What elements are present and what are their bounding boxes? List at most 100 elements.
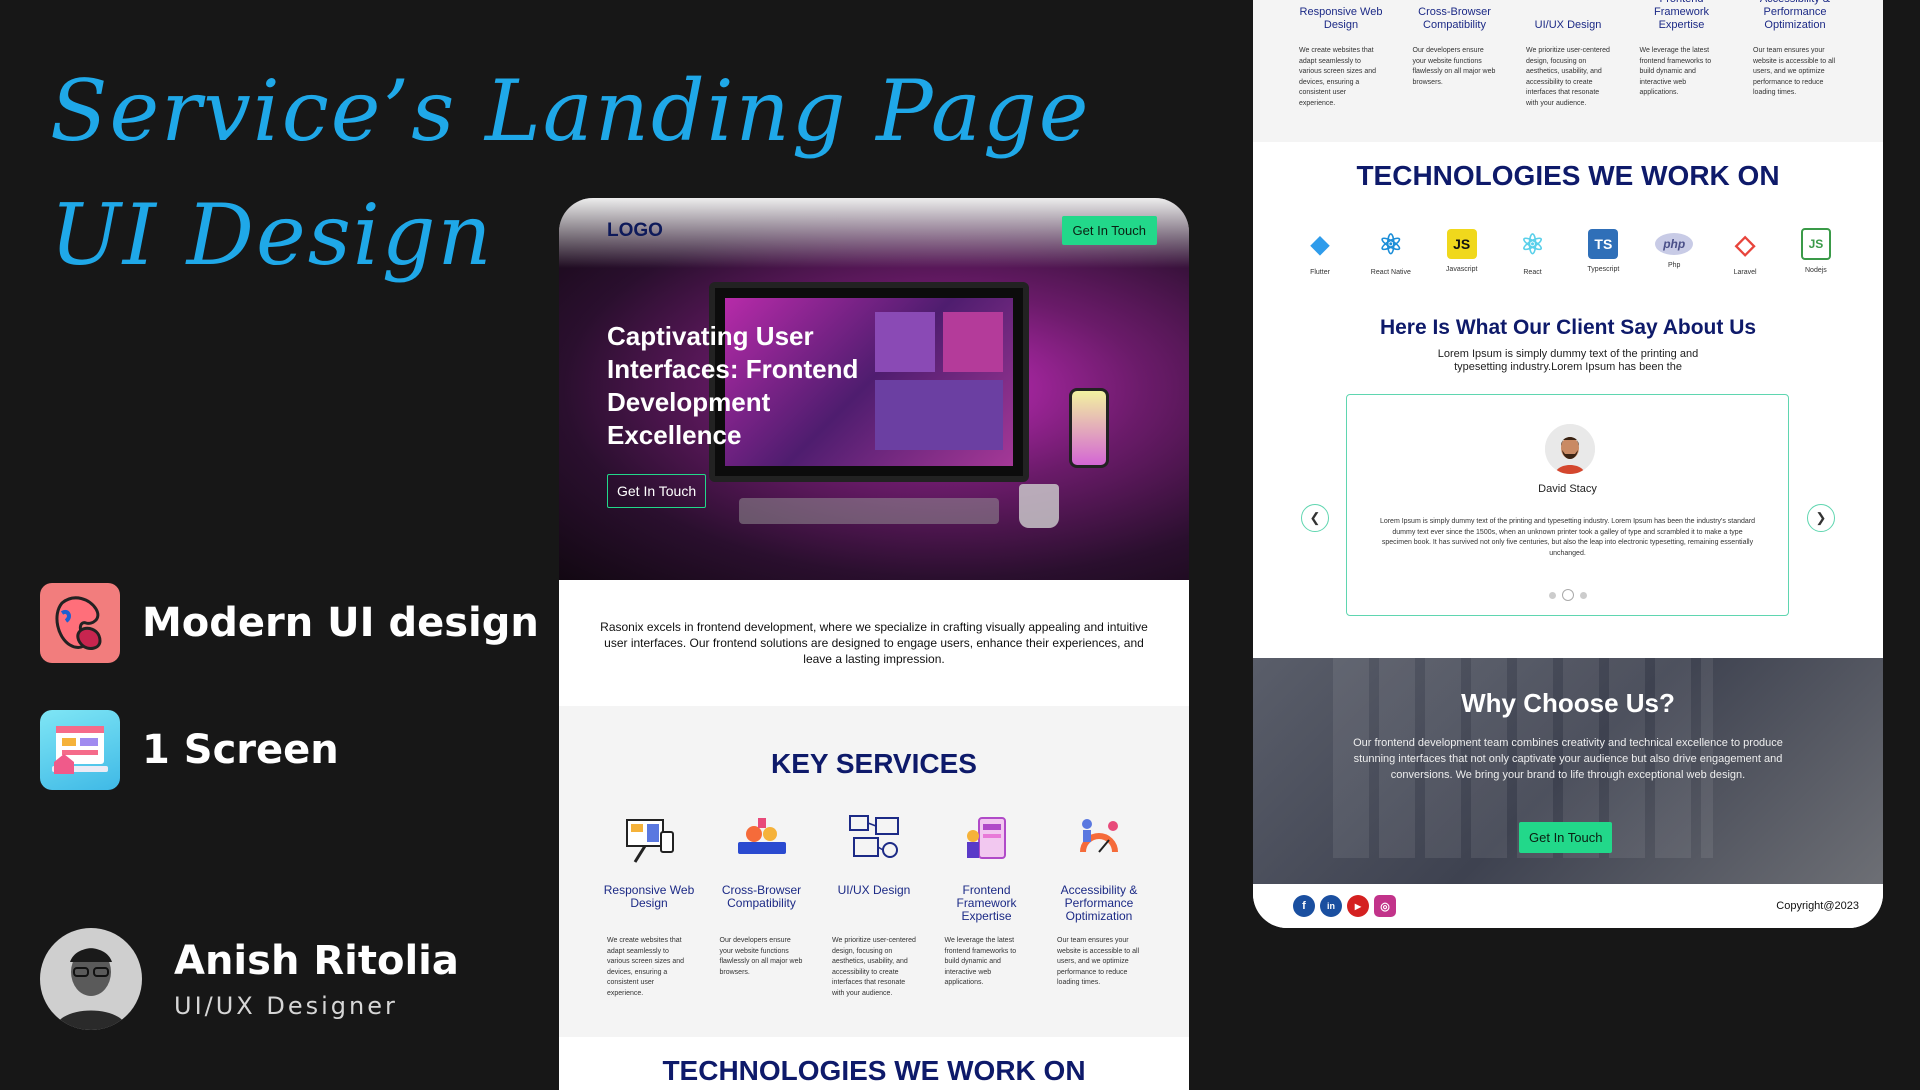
tech-label: Laravel [1733,269,1757,276]
service-name: Cross-Browser Compatibility [721,883,802,910]
service-card: UI/UX Design We prioritize user-centered… [824,812,924,999]
service-name: Accessibility & Performance Optimization [1760,0,1830,31]
why-text: Our frontend development team combines c… [1353,737,1783,781]
service-name: Cross-Browser Compatibility [1418,6,1491,31]
service-name: UI/UX Design [1534,19,1602,31]
tech-item: TS Typescript [1578,226,1628,276]
service-desc: We prioritize user-centered design, focu… [832,937,916,997]
tech-label: Flutter [1310,269,1330,276]
service-card: Responsive Web Design We create websites… [1293,0,1389,109]
tech-label: Nodejs [1805,267,1827,274]
section-title: TECHNOLOGIES WE WORK ON [662,1055,1086,1086]
carousel-dot-active[interactable] [1561,589,1574,601]
service-desc: Our team ensures your website is accessi… [1753,47,1836,96]
logo[interactable]: LOGO [607,220,663,242]
testimonials-section: Here Is What Our Client Say About Us Lor… [1253,304,1883,658]
hero-mug-image [1019,484,1059,528]
service-desc: We create websites that adapt seamlessly… [1299,47,1377,107]
instagram-icon[interactable]: ◎ [1374,895,1396,917]
service-card: Frontend Framework Expertise We leverage… [1634,0,1730,109]
service-card: Frontend Framework Expertise We leverage… [937,812,1037,999]
service-desc: Our developers ensure your website funct… [719,937,803,976]
author-avatar [40,928,142,1030]
tech-label: Javascript [1445,266,1478,273]
blob-app-icon [40,583,120,663]
typescript-icon: TS [1588,229,1619,259]
service-name: Responsive Web Design [603,883,695,910]
service-desc: Our team ensures your website is accessi… [1057,937,1140,986]
why-choose-us-section: Why Choose Us? Our frontend development … [1253,658,1883,884]
tech-item: ⚛ React Native [1366,226,1416,277]
section-title: TECHNOLOGIES WE WORK ON [1356,160,1780,191]
service-name: Frontend Framework Expertise [1653,0,1709,31]
tech-label: Php [1667,262,1681,269]
linkedin-icon[interactable]: in [1320,895,1342,917]
service-card: Cross-Browser Compatibility Our develope… [1407,0,1503,109]
section-title: KEY SERVICES [771,748,977,779]
flutter-icon: ◆ [1310,230,1330,258]
tech-item: php Php [1649,226,1699,276]
author-name: Anish Ritolia [174,938,459,984]
service-desc: We prioritize user-centered design, focu… [1526,47,1610,107]
service-desc: We leverage the latest frontend framewor… [1639,47,1712,96]
tech-label: Typescript [1587,266,1620,273]
tech-label: React Native [1370,269,1411,276]
service-name: Responsive Web Design [1299,6,1383,31]
service-card: Accessibility & Performance Optimization… [1049,812,1149,999]
landing-mockup-top: LOGO Get In Touch Captivating User Inter… [559,198,1189,1090]
tech-item: ⚛ React [1508,226,1558,277]
service-desc: We leverage the latest frontend framewor… [944,937,1017,986]
testimonial-card: David Stacy Lorem Ipsum is simply dummy … [1346,394,1789,616]
service-card: Accessibility & Performance Optimization… [1747,0,1843,109]
service-card: Cross-Browser Compatibility Our develope… [712,812,812,999]
tech-item: ◇ Laravel [1720,226,1770,277]
chevron-right-icon: ❯ [1815,510,1827,525]
youtube-icon[interactable]: ▶ [1347,895,1369,917]
service-name: UI/UX Design [837,883,911,897]
hero-title: Captivating User Interfaces: Frontend De… [607,321,859,450]
hero-section: LOGO Get In Touch Captivating User Inter… [559,198,1189,580]
carousel-prev-button[interactable]: ❮ [1301,504,1329,532]
section-title: Here Is What Our Client Say About Us [1379,316,1757,339]
hero-get-in-touch-button[interactable]: Get In Touch [607,474,707,508]
laravel-icon: ◇ [1735,228,1756,259]
hero-keyboard-image [739,498,999,524]
author-block: Anish Ritolia UI/UX Designer [40,928,459,1030]
social-links: f in ▶ ◎ [1293,895,1396,917]
facebook-icon[interactable]: f [1293,895,1315,917]
landing-mockup-bottom: Responsive Web Design We create websites… [1253,0,1883,928]
accessibility-performance-icon [1071,812,1127,866]
react-icon: ⚛ [1519,228,1546,260]
react-native-icon: ⚛ [1378,228,1404,260]
nav-get-in-touch-button[interactable]: Get In Touch [1061,216,1157,245]
service-desc: We create websites that adapt seamlessly… [607,937,685,997]
section-title: Why Choose Us? [1461,688,1675,718]
why-get-in-touch-button[interactable]: Get In Touch [1519,822,1613,853]
footer: f in ▶ ◎ Copyright@2023 [1253,884,1883,928]
service-card: UI/UX Design We prioritize user-centered… [1520,0,1616,109]
tech-item: JS Nodejs [1791,226,1841,276]
service-name: Frontend Framework Expertise [956,883,1017,923]
php-icon: php [1655,233,1694,255]
carousel-dot[interactable] [1548,591,1556,599]
feature-screen-count: 1 Screen [40,710,339,790]
client-name: David Stacy [1538,483,1597,495]
presentation-title-line1: Service’s Landing Page [50,62,1091,160]
author-role: UI/UX Designer [174,992,398,1020]
technologies-section-preview: TECHNOLOGIES WE WORK ON [559,1037,1189,1090]
carousel-dot[interactable] [1579,591,1587,599]
javascript-icon: JS [1446,229,1477,259]
tech-label: React [1523,269,1542,276]
carousel-dots [1347,589,1788,601]
nodejs-icon: JS [1800,228,1831,260]
intro-text: Rasonix excels in frontend development, … [559,580,1189,706]
carousel-next-button[interactable]: ❯ [1807,504,1835,532]
service-card: Responsive Web Design We create websites… [599,812,699,999]
testimonials-subtitle: Lorem Ipsum is simply dummy text of the … [1437,348,1699,373]
service-name: Accessibility & Performance Optimization [1060,883,1138,923]
tech-item: JS Javascript [1437,226,1487,276]
testimonial-text: Lorem Ipsum is simply dummy text of the … [1379,518,1756,557]
presentation-title-line2: UI Design [50,186,494,284]
service-desc: Our developers ensure your website funct… [1412,47,1496,86]
responsive-design-icon [621,812,677,866]
